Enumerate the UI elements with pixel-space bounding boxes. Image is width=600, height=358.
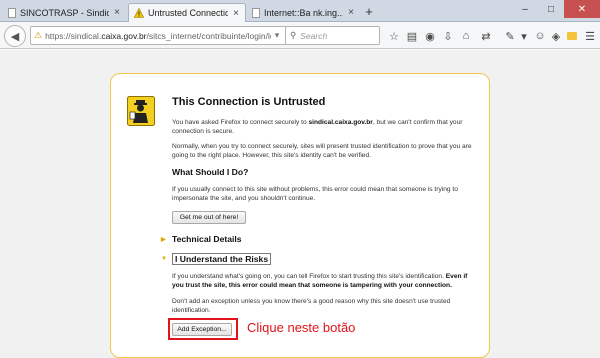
warning-icon	[133, 8, 144, 19]
normally-text: Normally, when you try to connect secure…	[172, 143, 472, 160]
tab-untrusted-connection[interactable]: Untrusted Connection ×	[128, 3, 246, 22]
police-officer-icon	[127, 96, 155, 126]
search-input[interactable]: ⚲ Search	[285, 26, 380, 45]
what-should-i-do-heading: What Should I Do?	[172, 167, 249, 177]
reading-list-icon[interactable]: ▤	[404, 27, 420, 45]
tab-strip: SINCOTRASP - Sindicato das C... × Untrus…	[0, 0, 600, 22]
understand-risks-toggle[interactable]: ▼ I Understand the Risks	[161, 253, 272, 265]
dropdown-icon[interactable]: ▾	[271, 30, 283, 41]
minimize-button[interactable]: –	[512, 0, 538, 18]
what-text: If you usually connect to this site with…	[172, 186, 458, 203]
chevron-down-icon[interactable]: ▾	[516, 27, 532, 45]
arrow-left-icon: ◀	[10, 30, 20, 43]
close-tab-icon[interactable]: ×	[112, 7, 122, 18]
page-icon	[252, 7, 260, 18]
shield-icon[interactable]: ◈	[548, 27, 564, 45]
url-bar[interactable]: ⚠ https://sindical.caixa.gov.br/sitcs_in…	[30, 26, 296, 45]
understand-text: If you understand what's going on, you c…	[172, 273, 468, 290]
close-tab-icon[interactable]: ×	[346, 7, 356, 18]
tab-label: Internet::Ba nk.ing....CADIA	[264, 7, 343, 18]
close-tab-icon[interactable]: ×	[231, 8, 241, 19]
url-text: https://sindical.caixa.gov.br/sitcs_inte…	[45, 30, 271, 41]
star-icon[interactable]: ☆	[386, 27, 402, 45]
page-icon	[8, 7, 16, 18]
get-me-out-button[interactable]: Get me out of here!	[172, 211, 246, 224]
new-tab-button[interactable]: +	[362, 4, 376, 19]
folder-icon[interactable]	[564, 27, 580, 45]
navigation-toolbar: ◀ ⚠ https://sindical.caixa.gov.br/sitcs_…	[0, 22, 600, 49]
menu-icon[interactable]: ☰	[582, 27, 598, 45]
dont-add-text: Don't add an exception unless you know t…	[172, 298, 451, 315]
chevron-right-icon: ▶	[161, 236, 166, 243]
home-icon[interactable]: ⌂	[458, 27, 474, 45]
tab-label: SINCOTRASP - Sindicato das C...	[20, 7, 109, 18]
back-button[interactable]: ◀	[4, 25, 26, 47]
search-icon: ⚲	[290, 30, 297, 40]
tab-sincotrasp[interactable]: SINCOTRASP - Sindicato das C... ×	[4, 3, 126, 22]
chat-icon[interactable]: ☺	[532, 27, 548, 45]
download-icon[interactable]: ⇩	[440, 27, 456, 45]
sync-icon[interactable]: ⇄	[478, 27, 494, 45]
pocket-icon[interactable]: ◉	[422, 27, 438, 45]
chevron-down-icon: ▼	[161, 256, 167, 262]
intro-text: You have asked Firefox to connect secure…	[172, 119, 463, 136]
maximize-button[interactable]: □	[538, 0, 564, 18]
annotation-callout: Clique neste botão	[247, 320, 356, 335]
tab-internet-banking[interactable]: Internet::Ba nk.ing....CADIA ×	[248, 3, 360, 22]
tab-label: Untrusted Connection	[148, 8, 228, 18]
close-window-button[interactable]: ✕	[564, 0, 600, 18]
warning-icon: ⚠	[34, 30, 43, 40]
page-title: This Connection is Untrusted	[172, 96, 326, 108]
annotation-highlight-box	[168, 318, 238, 340]
technical-details-toggle[interactable]: ▶ Technical Details	[161, 234, 242, 244]
search-placeholder: Search	[300, 30, 328, 41]
